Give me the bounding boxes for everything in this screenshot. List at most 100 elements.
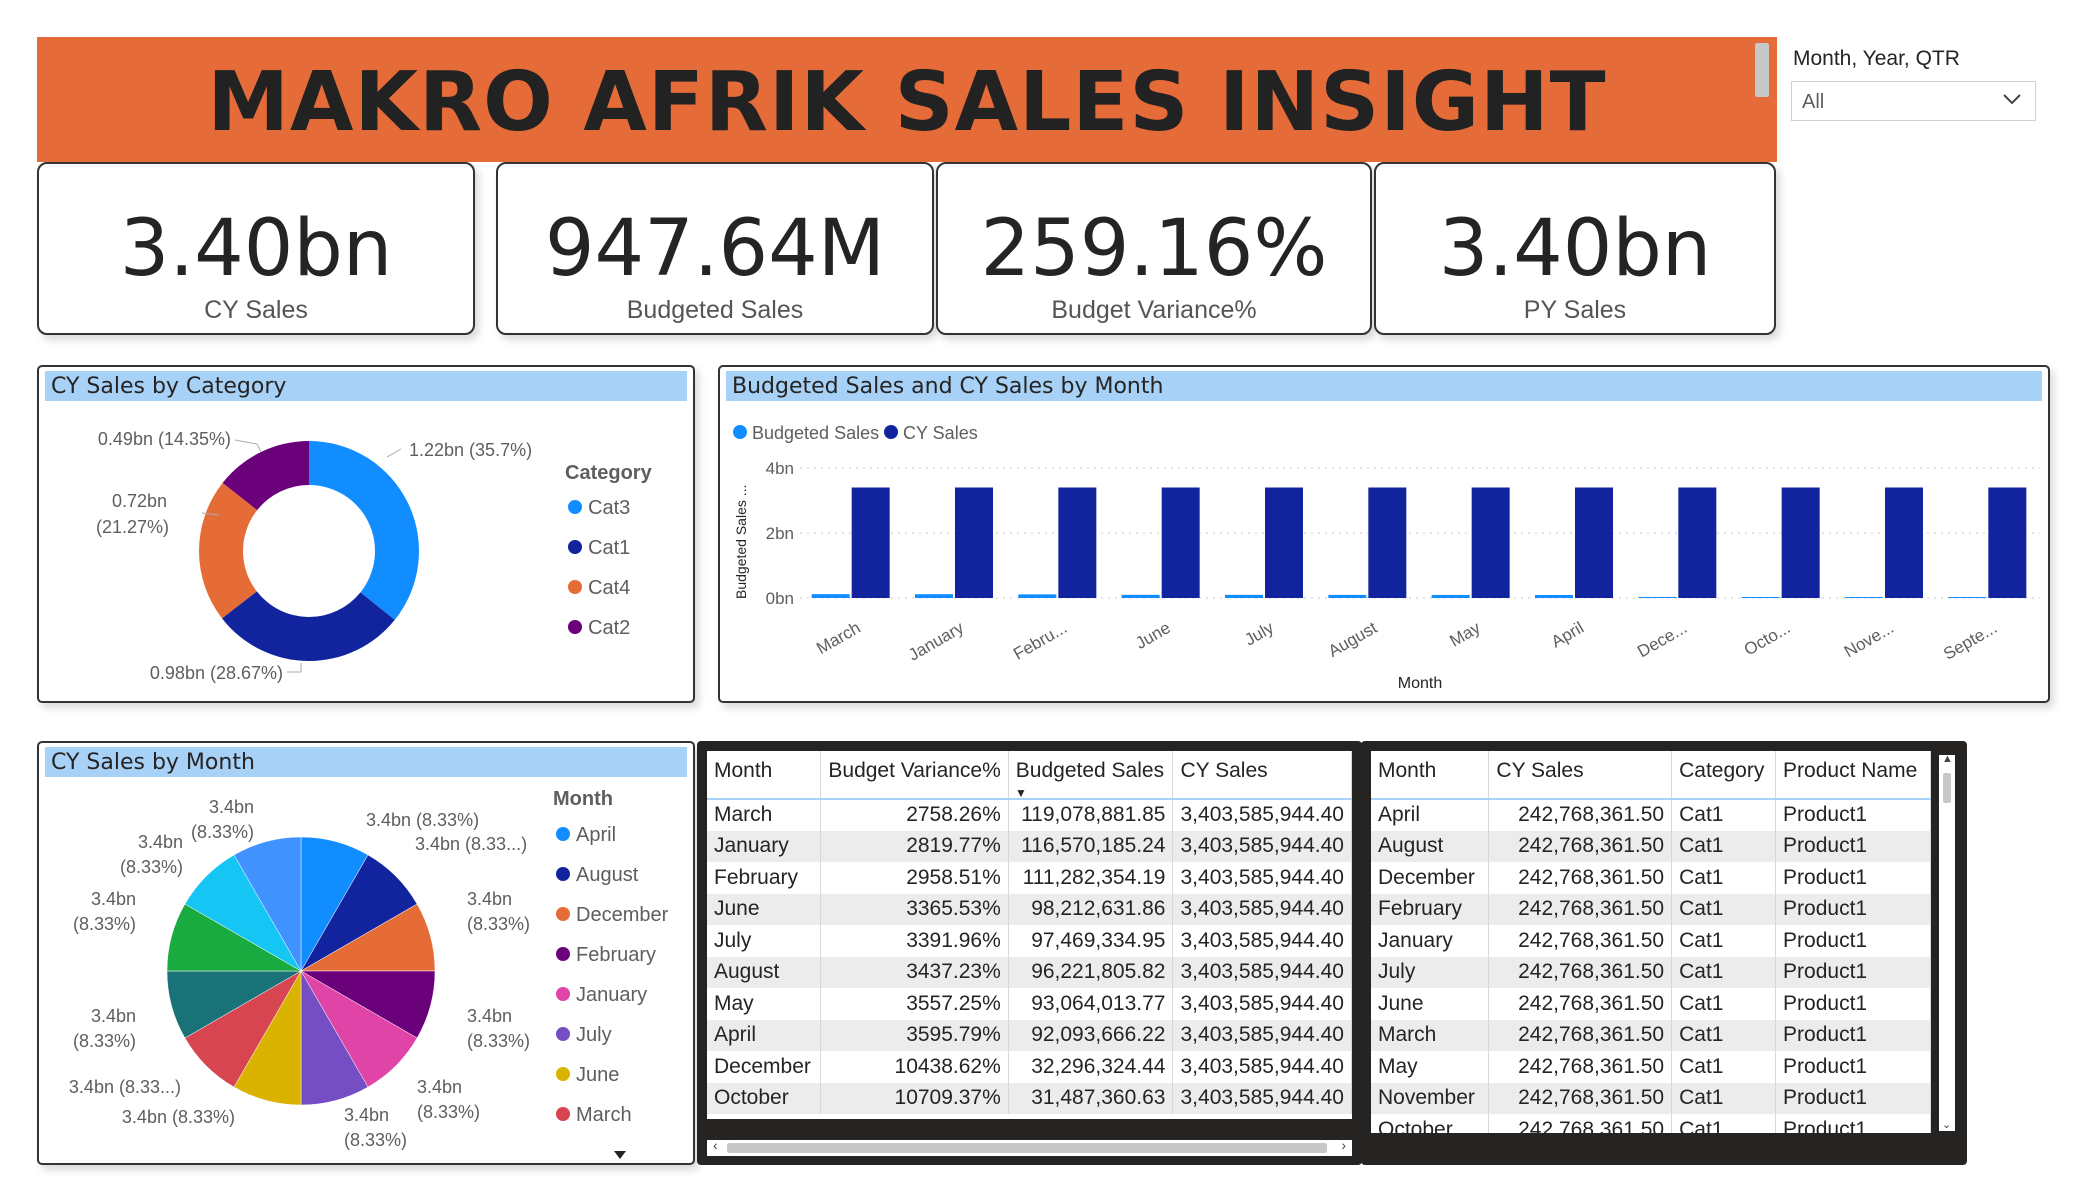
table-cell: 3,403,585,944.40: [1172, 1051, 1352, 1083]
bar-cy-sales: [1988, 487, 2027, 598]
donut-label-line: 0.72bn: [112, 491, 167, 511]
scroll-down-icon[interactable]: ⌄: [1942, 1118, 1951, 1131]
column-header[interactable]: Budgeted Sales: [1008, 751, 1174, 800]
table-cell: Cat1: [1671, 1051, 1777, 1083]
table-row[interactable]: January 2819.77% 116,570,185.24 3,403,585,9…: [707, 830, 1352, 862]
table-cell: 96,221,805.82: [1008, 956, 1174, 988]
pie-data-label: 3.4bn (8.33%): [191, 797, 254, 842]
scroll-up-icon[interactable]: ▲: [1942, 753, 1953, 765]
table-row[interactable]: June 3365.53% 98,212,631.86 3,403,585,944.4…: [707, 893, 1352, 925]
month-bar-chart[interactable]: Budgeted Sales CY Sales0bn2bn4bnBudgeted …: [720, 367, 2050, 703]
month-pie-panel[interactable]: CY Sales by Month 3.4bn (8.33%) 3.4bn (8.…: [37, 741, 695, 1165]
table-cell: December: [707, 1051, 822, 1083]
table-cell: July: [1371, 956, 1490, 988]
pie-label-line: (8.33%): [344, 1130, 407, 1150]
category-donut-chart[interactable]: 1.22bn (35.7%) 0.98bn (28.67%) 0.72bn (21.2…: [39, 367, 695, 703]
table-row[interactable]: February 2958.51% 111,282,354.19 3,403,585,…: [707, 862, 1352, 894]
pie-data-label: 3.4bn (8.33...): [415, 834, 527, 854]
column-header[interactable]: CY Sales: [1172, 751, 1352, 800]
table-row[interactable]: August 3437.23% 96,221,805.82 3,403,585,944…: [707, 956, 1352, 988]
table-cell: Cat1: [1671, 1019, 1777, 1051]
table-row[interactable]: April 242,768,361.50 Cat1 Product1: [1371, 799, 1931, 831]
column-header[interactable]: Budget Variance%: [820, 751, 1009, 800]
table-cell: 242,768,361.50: [1488, 988, 1673, 1020]
pie-label-line: (8.33%): [467, 914, 530, 934]
kpi-card-budget-variance[interactable]: 259.16% Budget Variance%: [936, 162, 1372, 335]
leader-line: [256, 443, 262, 453]
table-row[interactable]: August 242,768,361.50 Cat1 Product1: [1371, 830, 1931, 862]
table-cell: 32,296,324.44: [1008, 1051, 1174, 1083]
table-row[interactable]: December 10438.62% 32,296,324.44 3,403,585,…: [707, 1051, 1352, 1083]
table-cell: Product1: [1775, 925, 1931, 957]
table-cell: 10709.37%: [820, 1082, 1009, 1114]
kpi-card-py-sales[interactable]: 3.40bn PY Sales: [1374, 162, 1776, 335]
scrollbar-thumb[interactable]: [727, 1143, 1327, 1153]
product-table-viewport[interactable]: Month CY Sales Category Product Name April 2…: [1371, 751, 1931, 1133]
column-header[interactable]: Product Name: [1775, 751, 1931, 800]
kpi-card-cy-sales[interactable]: 3.40bn CY Sales: [37, 162, 475, 335]
pie-label-line: 3.4bn: [467, 889, 512, 909]
kpi-label: PY Sales: [1523, 296, 1627, 324]
table-row[interactable]: April 3595.79% 92,093,666.22 3,403,585,944.…: [707, 1019, 1352, 1051]
category-donut-panel[interactable]: CY Sales by Category 1.22bn (35.7%) 0.98b…: [37, 365, 695, 703]
table-row[interactable]: May 242,768,361.50 Cat1 Product1: [1371, 1051, 1931, 1083]
legend-marker: [568, 580, 582, 594]
column-header[interactable]: Month: [707, 751, 822, 800]
horizontal-scrollbar[interactable]: ‹ ›: [707, 1137, 1352, 1156]
legend-marker: [733, 425, 747, 439]
column-header[interactable]: CY Sales: [1488, 751, 1673, 800]
table-cell: April: [1371, 799, 1490, 831]
slicer-dropdown[interactable]: All: [1791, 81, 2036, 121]
donut-label-line: (21.27%): [96, 517, 169, 537]
table-row[interactable]: July 242,768,361.50 Cat1 Product1: [1371, 956, 1931, 988]
column-header[interactable]: Month: [1371, 751, 1490, 800]
scroll-right-icon[interactable]: ›: [1341, 1137, 1346, 1153]
month-bar-panel[interactable]: Budgeted Sales and CY Sales by Month Bud…: [718, 365, 2050, 703]
legend-more-icon: [614, 1151, 626, 1159]
table-cell: 242,768,361.50: [1488, 893, 1673, 925]
table-row[interactable]: January 242,768,361.50 Cat1 Product1: [1371, 925, 1931, 957]
table-cell: October: [707, 1082, 822, 1114]
banner-scrollbar[interactable]: [1755, 43, 1769, 97]
table-row[interactable]: October 10709.37% 31,487,360.63 3,403,585,9…: [707, 1082, 1352, 1114]
bar-cy-sales: [1368, 487, 1407, 598]
table-row[interactable]: June 242,768,361.50 Cat1 Product1: [1371, 988, 1931, 1020]
table-cell: 3437.23%: [820, 956, 1009, 988]
bar-budgeted-sales: [1845, 597, 1883, 598]
table-row[interactable]: December 242,768,361.50 Cat1 Product1: [1371, 862, 1931, 894]
budget-variance-table[interactable]: Month Budget Variance% Budgeted Sales CY Sa…: [707, 751, 1352, 1114]
table-row[interactable]: May 3557.25% 93,064,013.77 3,403,585,944.40: [707, 988, 1352, 1020]
legend-marker: [568, 500, 582, 514]
legend-item-february: February: [576, 944, 656, 966]
table-row[interactable]: March 242,768,361.50 Cat1 Product1: [1371, 1019, 1931, 1051]
table-cell: January: [1371, 925, 1490, 957]
vertical-scrollbar[interactable]: ▲ ⌄: [1939, 753, 1955, 1131]
kpi-card-budgeted-sales[interactable]: 947.64M Budgeted Sales: [496, 162, 934, 335]
pie-label-line: 3.4bn: [209, 797, 254, 817]
month-pie-chart[interactable]: 3.4bn (8.33%) 3.4bn (8.33...) 3.4bn (8.33%)…: [39, 743, 695, 1165]
table-cell: 3,403,585,944.40: [1172, 893, 1352, 925]
bar-cy-sales: [1471, 487, 1510, 598]
table-row[interactable]: July 3391.96% 97,469,334.95 3,403,585,944.4…: [707, 925, 1352, 957]
x-tick-label: May: [1446, 618, 1484, 651]
bar-cy-sales: [1781, 487, 1820, 598]
legend-marker: [556, 1027, 570, 1041]
scroll-left-icon[interactable]: ‹: [713, 1137, 718, 1153]
table-cell: February: [707, 862, 822, 894]
table-row[interactable]: October 242,768,361.50 Cat1 Product1: [1371, 1114, 1931, 1133]
table-cell: 3,403,585,944.40: [1172, 956, 1352, 988]
legend-marker: [568, 620, 582, 634]
scrollbar-thumb[interactable]: [1943, 773, 1951, 803]
slicer-selected-value: All: [1802, 91, 1825, 113]
table-row[interactable]: February 242,768,361.50 Cat1 Product1: [1371, 893, 1931, 925]
table-row[interactable]: March 2758.26% 119,078,881.85 3,403,585,944…: [707, 799, 1352, 831]
table-row[interactable]: November 242,768,361.50 Cat1 Product1: [1371, 1082, 1931, 1114]
product-sales-table[interactable]: Month CY Sales Category Product Name April 2…: [1371, 751, 1931, 1133]
y-tick-label: 4bn: [766, 459, 794, 478]
column-header[interactable]: Category: [1671, 751, 1777, 800]
table-cell: 3,403,585,944.40: [1172, 799, 1352, 831]
budget-table-viewport[interactable]: Month Budget Variance% Budgeted Sales CY Sa…: [707, 751, 1352, 1119]
table-cell: Product1: [1775, 799, 1931, 831]
sort-descending-icon[interactable]: ▼: [1015, 786, 1027, 800]
chevron-down-icon: [1999, 86, 2025, 119]
